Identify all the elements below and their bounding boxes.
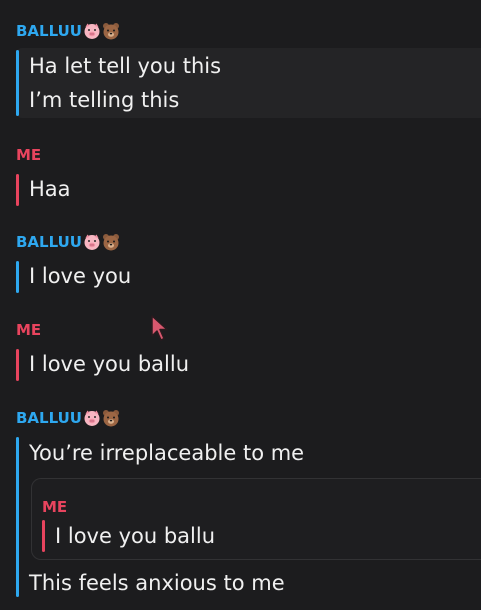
sender-label: ME	[42, 498, 68, 516]
quoted-message-text: I love you ballu	[55, 524, 216, 548]
message-bubble[interactable]: You’re irreplaceable to me	[16, 436, 481, 470]
sender-label: BALLUU	[16, 22, 82, 40]
sender-label: ME	[16, 146, 42, 164]
message-bubble[interactable]: This feels anxious to me	[16, 566, 481, 600]
message-text: Haa	[29, 177, 71, 201]
sender-label: BALLUU	[16, 233, 82, 251]
sender-name-balluu: BALLUU	[16, 231, 120, 253]
pig-face-icon	[83, 22, 101, 40]
bear-face-icon	[102, 233, 120, 251]
pig-face-icon	[83, 409, 101, 427]
mouse-cursor-icon	[150, 314, 172, 344]
message-bubble[interactable]: Haa	[16, 172, 481, 206]
quoted-accent-bar	[42, 520, 45, 552]
sender-name-balluu: BALLUU	[16, 407, 120, 429]
bear-face-icon	[102, 22, 120, 40]
message-accent-bar	[16, 349, 19, 381]
sender-label: ME	[16, 321, 42, 339]
message-text: You’re irreplaceable to me	[29, 441, 305, 465]
message-text: This feels anxious to me	[29, 571, 285, 595]
message-accent-bar	[16, 261, 19, 293]
chat-thread: BALLUU Ha let tell you this I’m telling …	[0, 0, 481, 610]
message-text: I’m telling this	[29, 88, 180, 112]
message-bubble[interactable]: I love you ballu	[16, 347, 481, 381]
sender-name-me: ME	[16, 319, 41, 341]
message-text: I love you ballu	[29, 352, 190, 376]
message-text: Ha let tell you this	[29, 54, 222, 78]
message-bubble[interactable]: Ha let tell you this I’m telling this	[16, 48, 481, 118]
quoted-sender-name: ME	[42, 496, 67, 518]
quoted-message[interactable]: ME I love you ballu	[31, 478, 481, 560]
pig-face-icon	[83, 233, 101, 251]
sender-label: BALLUU	[16, 409, 82, 427]
message-bubble[interactable]: I love you	[16, 259, 481, 293]
message-accent-bar	[16, 50, 19, 116]
sender-name-me: ME	[16, 144, 41, 166]
message-text: I love you	[29, 264, 132, 288]
message-accent-bar	[16, 174, 19, 206]
bear-face-icon	[102, 409, 120, 427]
sender-name-balluu: BALLUU	[16, 20, 120, 42]
